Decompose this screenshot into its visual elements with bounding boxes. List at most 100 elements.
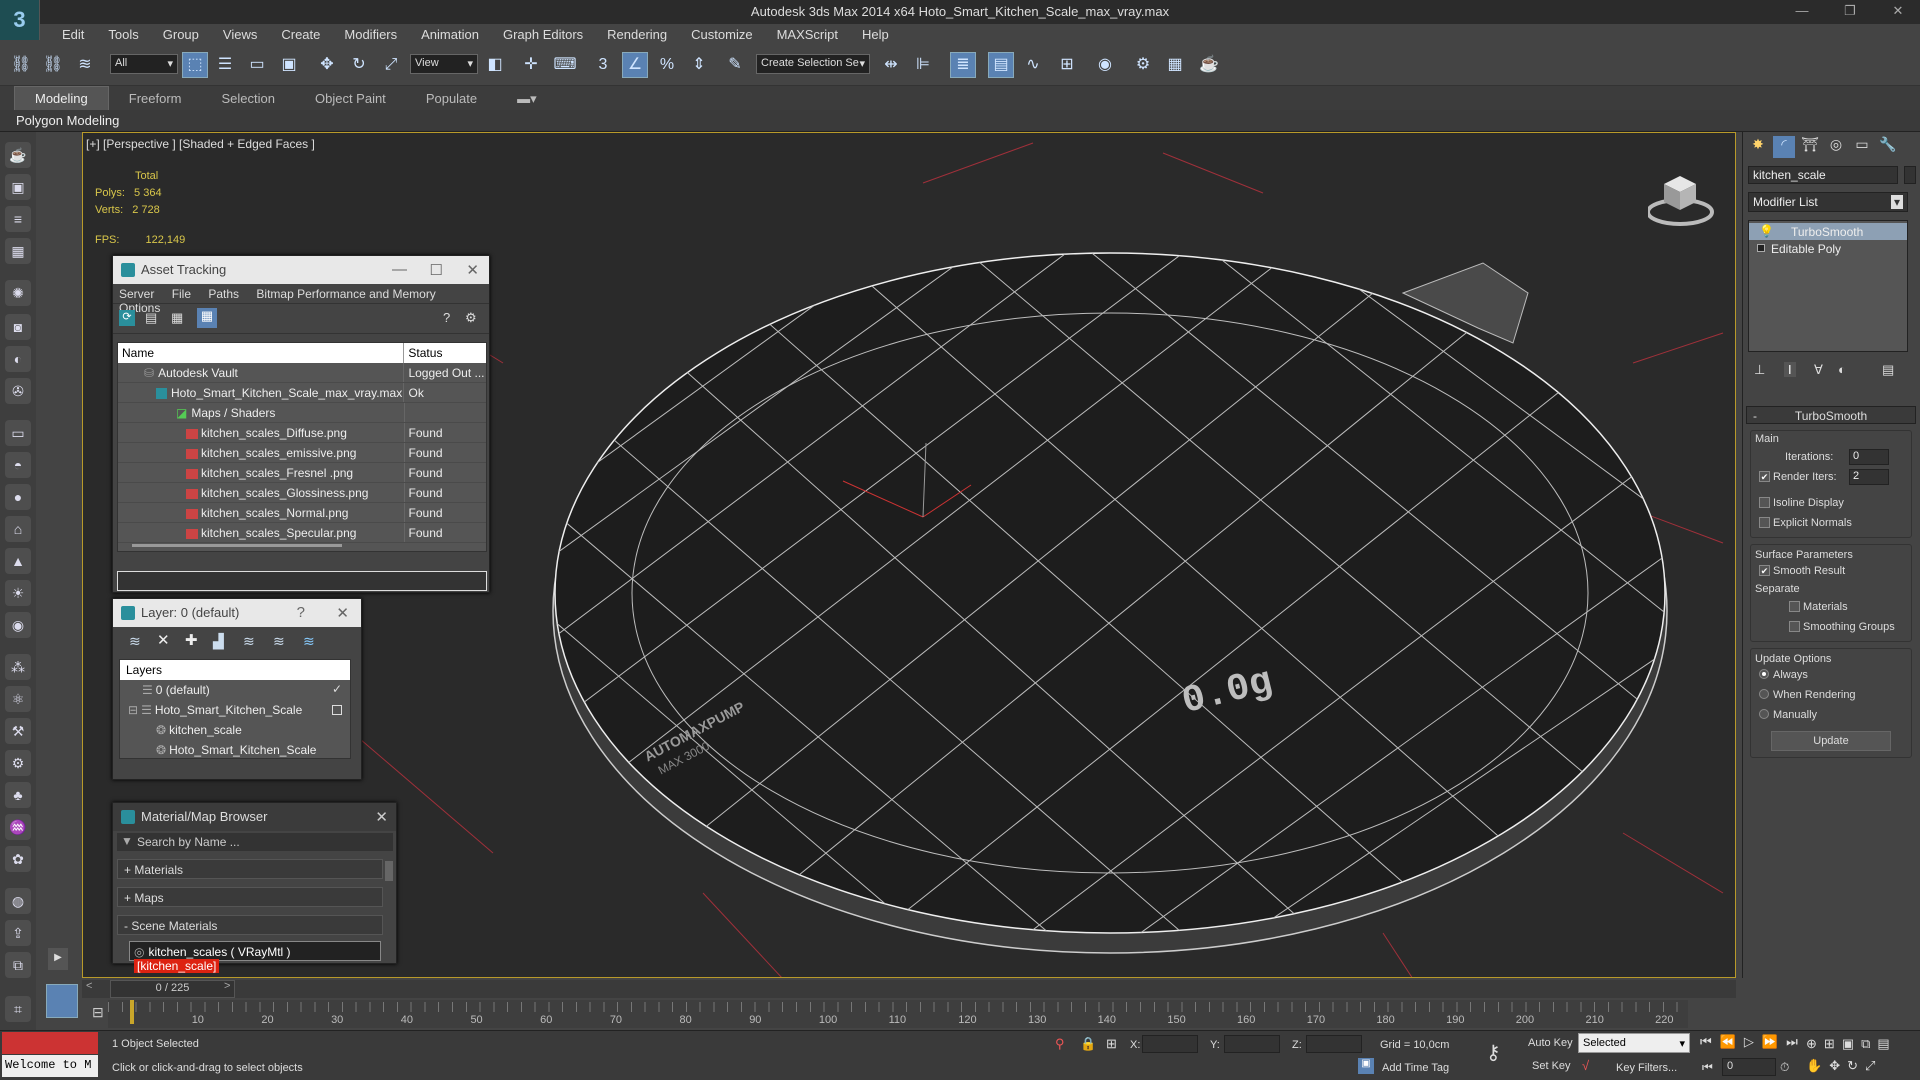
when-rendering-radio[interactable] [1759, 689, 1769, 699]
add-time-tag[interactable]: Add Time Tag [1382, 1062, 1449, 1074]
dome-icon[interactable]: ⌂ [5, 516, 31, 542]
expand-icon[interactable] [1757, 244, 1765, 252]
display-tab-icon[interactable]: ▭ [1851, 136, 1873, 158]
render-setup-icon[interactable]: ⚙ [1130, 52, 1156, 78]
explicit-normals-checkbox[interactable] [1759, 517, 1770, 528]
zoom-extents-icon[interactable]: ▣ [1842, 1036, 1861, 1051]
polygon-modeling-label[interactable]: Polygon Modeling [16, 113, 119, 128]
list-item[interactable]: ⊟ ☰ Hoto_Smart_Kitchen_Scale [120, 700, 350, 720]
menu-create[interactable]: Create [269, 24, 332, 46]
render-production-icon[interactable]: ☕ [1196, 52, 1222, 78]
lock-icon[interactable]: 🔒 [1080, 1036, 1096, 1052]
checkmark-icon[interactable]: ✓ [332, 682, 342, 696]
list-view-icon[interactable]: ▤ [145, 310, 161, 326]
make-unique-icon[interactable]: ∀ [1814, 362, 1823, 378]
cloth-icon[interactable]: ✿ [5, 846, 31, 872]
hierarchy-tab-icon[interactable]: ⛩ [1799, 136, 1821, 158]
table-row[interactable]: Hoto_Smart_Kitchen_Scale_max_vray.max Ok [118, 383, 486, 403]
remove-modifier-icon[interactable]: ◐ [1838, 362, 1846, 377]
script-icon[interactable]: ⌗ [5, 996, 31, 1022]
tab-freeform[interactable]: Freeform [109, 87, 202, 110]
named-selection-dropdown[interactable]: Create Selection Se ▾ [756, 54, 870, 74]
keyboard-shortcut-icon[interactable]: ⌨ [552, 52, 578, 78]
column-status[interactable]: Status [404, 343, 486, 363]
hide-all-icon[interactable]: ≋ [273, 633, 285, 650]
close-icon[interactable]: ✕ [1888, 3, 1908, 21]
always-radio[interactable] [1759, 669, 1769, 679]
maxscript-mini-listener[interactable] [2, 1032, 98, 1054]
x-coord-field[interactable] [1142, 1035, 1198, 1053]
maximize-viewport-icon[interactable]: ⤢ [1865, 1058, 1882, 1073]
list-item[interactable]: ☰ 0 (default) ✓ [120, 680, 350, 700]
rect-selection-icon[interactable]: ▭ [244, 52, 270, 78]
current-layer-checkbox[interactable] [332, 705, 342, 715]
table-view-icon[interactable]: ▦ [197, 308, 217, 328]
key-icon[interactable]: ⚷ [1486, 1040, 1501, 1065]
menu-bitmap-performance[interactable]: Bitmap Performance and Memory [256, 287, 435, 301]
isoline-checkbox[interactable] [1759, 497, 1770, 508]
auto-key-button[interactable]: Auto Key [1528, 1037, 1573, 1049]
teapot-icon[interactable]: ☕ [5, 142, 31, 168]
smoothing-groups-row[interactable]: Smoothing Groups [1755, 617, 1907, 637]
smoothing-groups-checkbox[interactable] [1789, 621, 1800, 632]
time-slider[interactable]: 0 / 225 [110, 980, 235, 998]
omni-icon[interactable]: ◉ [5, 612, 31, 638]
pin-stack-icon[interactable]: ⊥ [1754, 362, 1765, 378]
settings-icon[interactable]: ⚙ [465, 310, 477, 326]
stack-item-editable-poly[interactable]: Editable Poly [1749, 240, 1907, 257]
prev-key-icon[interactable]: ⏪ [1720, 1034, 1744, 1049]
layers-icon[interactable]: ≡ [5, 206, 31, 232]
tab-populate[interactable]: Populate [406, 87, 497, 110]
pan-icon[interactable]: ✋ [1806, 1058, 1829, 1073]
link-icon[interactable]: ⛓ [8, 52, 34, 78]
bind-spacewarp-icon[interactable]: ≋ [72, 52, 98, 78]
material-editor-icon[interactable]: ◉ [1092, 52, 1118, 78]
menu-group[interactable]: Group [151, 24, 211, 46]
show-end-result-icon[interactable]: I [1784, 362, 1796, 377]
align-icon[interactable]: ⊫ [910, 52, 936, 78]
select-manipulate-icon[interactable]: ✛ [518, 52, 544, 78]
scene-materials-section[interactable]: - Scene Materials [117, 915, 383, 935]
rollout-header[interactable]: - TurboSmooth [1746, 406, 1916, 424]
hair-icon[interactable]: ♒ [5, 814, 31, 840]
time-config-icon[interactable]: ⏱ [1780, 1060, 1789, 1075]
menu-graph-editors[interactable]: Graph Editors [491, 24, 595, 46]
key-mode-toggle-icon[interactable]: ⏮ [1702, 1060, 1713, 1075]
reel-icon[interactable]: ✇ [5, 378, 31, 404]
menu-paths[interactable]: Paths [208, 287, 239, 301]
play-icon[interactable]: ▷ [1744, 1034, 1762, 1049]
list-item[interactable]: ❂ Hoto_Smart_Kitchen_Scale [120, 740, 350, 760]
set-key-button[interactable]: Set Key [1532, 1060, 1571, 1072]
menu-maxscript[interactable]: MAXScript [765, 24, 850, 46]
modifier-list-dropdown[interactable]: Modifier List ▾ [1748, 192, 1908, 212]
gear-icon[interactable]: ⚙ [5, 750, 31, 776]
angle-snap-icon[interactable]: ∠ [622, 52, 648, 78]
minimize-icon[interactable]: — [392, 261, 407, 278]
light-icon[interactable]: ✺ [5, 280, 31, 306]
close-icon[interactable]: ✕ [375, 808, 388, 826]
rotate-icon[interactable]: ↻ [346, 52, 372, 78]
new-layer-icon[interactable]: ≋ [129, 633, 141, 650]
mirror-icon[interactable]: ⇹ [878, 52, 904, 78]
manually-row[interactable]: Manually [1755, 705, 1907, 725]
cone-icon[interactable]: ▲ [5, 548, 31, 574]
menu-file[interactable]: File [172, 287, 191, 301]
object-color-swatch[interactable] [1904, 166, 1916, 184]
freeze-all-icon[interactable]: ≋ [303, 633, 315, 650]
next-key-icon[interactable]: ⏩ [1762, 1034, 1786, 1049]
table-row[interactable]: kitchen_scales_Diffuse.png Found [118, 423, 486, 443]
smooth-result-row[interactable]: ✔ Smooth Result [1755, 561, 1907, 581]
key-mode-dropdown[interactable]: Selected ▾ [1578, 1033, 1690, 1053]
plane-icon[interactable]: ▭ [5, 420, 31, 446]
materials-checkbox[interactable] [1789, 601, 1800, 612]
render-iters-spinner[interactable]: 2 [1849, 469, 1889, 485]
select-by-name-icon[interactable]: ☰ [212, 52, 238, 78]
viewport-label[interactable]: [+] [Perspective ] [Shaded + Edged Faces… [86, 137, 315, 151]
table-row[interactable]: ⛁ Autodesk Vault Logged Out ... [118, 363, 486, 383]
track-bar-menu-icon[interactable]: ⊟ [92, 1004, 104, 1021]
layer-titlebar[interactable]: Layer: 0 (default) ? ✕ [113, 599, 361, 627]
percent-snap-icon[interactable]: % [654, 52, 680, 78]
collapse-icon[interactable]: - [1753, 409, 1757, 423]
motion-tab-icon[interactable]: ◎ [1825, 136, 1847, 158]
lightbulb-icon[interactable]: 💡 [1759, 224, 1774, 238]
